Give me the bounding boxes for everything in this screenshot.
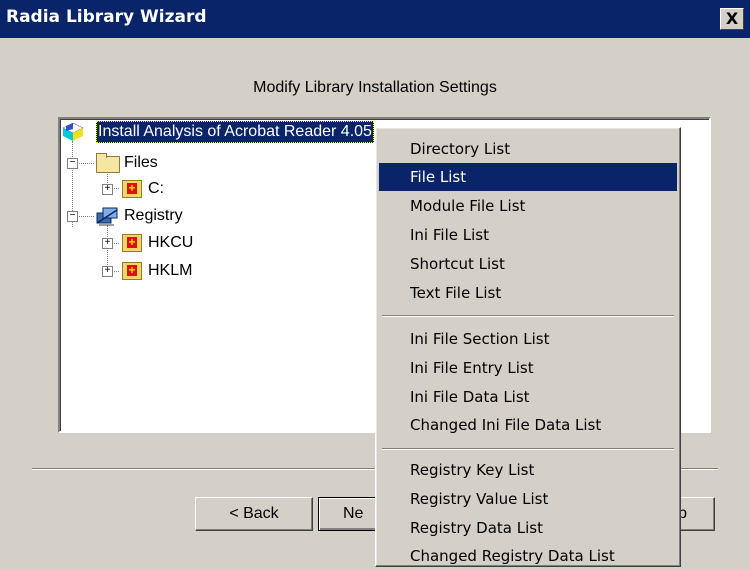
collapse-icon[interactable]: − [67,211,78,222]
tree-item-files[interactable]: − Files [60,152,260,174]
menu-item-ini-file-data-list[interactable]: Ini File Data List [379,383,677,411]
expand-icon[interactable]: + [102,184,113,195]
menu-item-module-file-list[interactable]: Module File List [379,192,677,220]
registry-icon [96,207,118,226]
menu-separator [382,315,674,317]
window-title: Radia Library Wizard [6,7,207,27]
menu-item-ini-file-section-list[interactable]: Ini File Section List [379,325,677,353]
tree-item-root-label: Install Analysis of Acrobat Reader 4.05 [96,121,374,143]
tree-item-hklm[interactable]: + + HKLM [60,260,260,282]
menu-separator [382,448,674,450]
expand-icon[interactable]: + [102,238,113,249]
back-button[interactable]: < Back [195,497,313,531]
tree-item-files-label: Files [124,154,158,171]
expand-icon[interactable]: + [102,266,113,277]
tree-item-root[interactable]: Install Analysis of Acrobat Reader 4.05 [60,121,400,143]
menu-item-changed-ini-file-data-list[interactable]: Changed Ini File Data List [379,411,677,439]
page-heading: Modify Library Installation Settings [253,79,497,96]
menu-item-ini-file-entry-list[interactable]: Ini File Entry List [379,354,677,382]
tree-item-drive-c[interactable]: + + C: [60,178,260,200]
tree-item-registry-label: Registry [124,207,183,224]
menu-item-shortcut-list[interactable]: Shortcut List [379,250,677,278]
folder-icon [96,153,120,173]
menu-item-text-file-list[interactable]: Text File List [379,279,677,307]
tree-item-registry[interactable]: − Registry [60,205,260,227]
menu-item-registry-value-list[interactable]: Registry Value List [379,485,677,513]
red-plus-icon: + [122,234,142,252]
menu-item-registry-key-list[interactable]: Registry Key List [379,456,677,484]
tree-item-hkcu-label: HKCU [148,234,194,251]
red-plus-icon: + [122,262,142,280]
tree-item-hklm-label: HKLM [148,262,193,279]
collapse-icon[interactable]: − [67,158,78,169]
red-plus-icon: + [122,180,142,198]
close-button[interactable]: X [720,8,744,30]
tree-item-hkcu[interactable]: + + HKCU [60,232,260,254]
menu-item-changed-registry-data-list[interactable]: Changed Registry Data List [379,542,677,570]
context-menu: Directory List File List Module File Lis… [375,127,681,567]
menu-item-file-list[interactable]: File List [379,163,677,191]
menu-item-registry-data-list[interactable]: Registry Data List [379,514,677,542]
menu-item-directory-list[interactable]: Directory List [379,135,677,163]
menu-item-ini-file-list[interactable]: Ini File List [379,221,677,249]
title-bar: Radia Library Wizard X [0,0,750,38]
root-cube-icon [62,122,84,141]
tree-item-drive-label: C: [148,180,164,197]
